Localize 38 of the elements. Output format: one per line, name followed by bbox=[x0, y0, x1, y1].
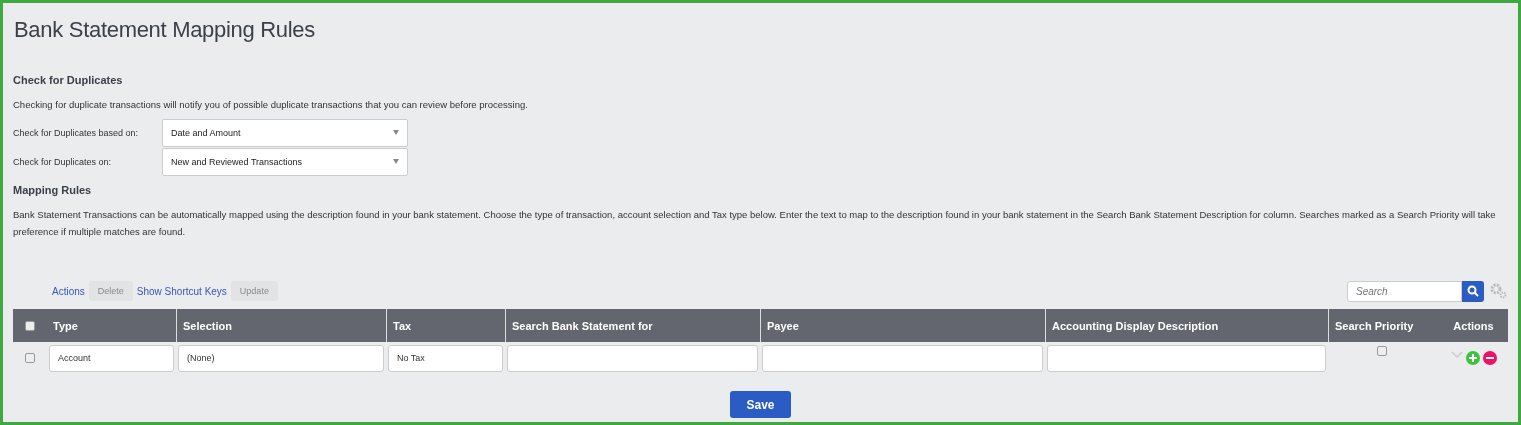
selection-field[interactable]: (None) bbox=[178, 344, 384, 372]
column-header: Accounting Display Description bbox=[1045, 309, 1328, 342]
section-description: Bank Statement Transactions can be automatically mapped using the description found in your bank statement. Choose the type of transaction, account selection and Tax type below. Enter the text to map to the description found in your bank statement in the Search Bank Statement Description for column. Searches marked as a Search Priority will take preference if multiple matches are found. bbox=[13, 208, 1497, 239]
search-icon bbox=[1467, 285, 1479, 297]
checkbox[interactable] bbox=[1376, 346, 1387, 356]
toolbar-link[interactable]: Show Shortcut Keys bbox=[136, 285, 227, 297]
input-field[interactable] bbox=[1047, 344, 1326, 372]
caret-icon bbox=[393, 130, 399, 135]
section-description: Checking for duplicate transactions will notify you of possible duplicate transactions that you can review before processing. bbox=[13, 98, 529, 112]
search-field[interactable]: Search bbox=[1347, 280, 1462, 302]
checkbox[interactable] bbox=[25, 353, 35, 363]
search-button[interactable] bbox=[1462, 280, 1484, 302]
dropdown[interactable]: New and Reviewed Transactions bbox=[162, 147, 408, 176]
column-header: Tax bbox=[386, 309, 505, 342]
section-heading: Check for Duplicates bbox=[13, 74, 124, 86]
settings-icon[interactable] bbox=[1490, 283, 1508, 299]
chevron-down-icon[interactable] bbox=[1450, 351, 1463, 359]
toolbar-link[interactable]: Actions bbox=[52, 285, 85, 297]
add-icon[interactable] bbox=[1465, 351, 1480, 365]
type-field[interactable]: Account bbox=[49, 344, 174, 372]
tax-field[interactable]: No Tax bbox=[388, 344, 503, 372]
column-header: Type bbox=[52, 318, 79, 334]
input-field[interactable] bbox=[762, 344, 1043, 372]
remove-icon[interactable] bbox=[1482, 351, 1497, 365]
section-heading: Mapping Rules bbox=[13, 184, 93, 196]
page-title: Bank Statement Mapping Rules bbox=[14, 17, 316, 43]
input-field[interactable] bbox=[507, 344, 758, 372]
caret-icon bbox=[393, 159, 399, 164]
field-label: Check for Duplicates based on: bbox=[13, 127, 140, 138]
field-label: Check for Duplicates on: bbox=[13, 156, 113, 167]
checkbox[interactable] bbox=[25, 320, 35, 331]
column-header: Search Bank Statement for bbox=[505, 309, 760, 342]
column-header: Payee bbox=[760, 309, 1045, 342]
column-header: Actions bbox=[1452, 318, 1495, 334]
save-button[interactable]: Save bbox=[730, 391, 791, 418]
column-header: Selection bbox=[176, 309, 386, 342]
column-header: Search Priority bbox=[1328, 309, 1435, 342]
dropdown[interactable]: Date and Amount bbox=[162, 118, 408, 147]
